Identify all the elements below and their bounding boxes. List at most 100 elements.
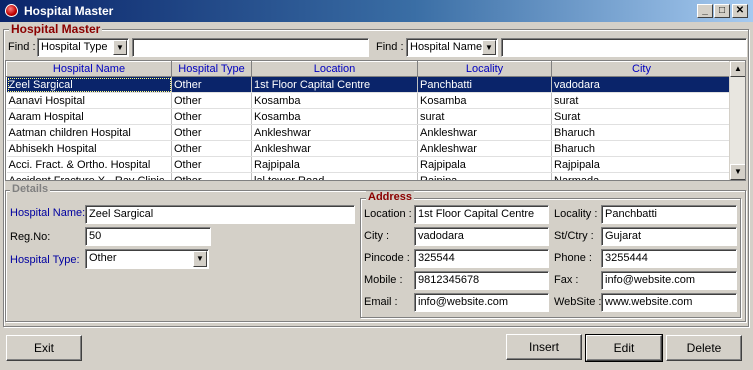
- cell[interactable]: Other: [171, 140, 252, 157]
- cell[interactable]: Other: [171, 172, 252, 180]
- cell[interactable]: Rajpipa: [417, 172, 552, 180]
- table-row[interactable]: Acci. Fract. & Ortho. Hospital Other Raj…: [6, 156, 745, 173]
- column-header-hospital-name[interactable]: Hospital Name: [6, 61, 172, 77]
- regno-label: Reg.No:: [10, 231, 51, 243]
- city-label: City :: [364, 230, 390, 242]
- cell[interactable]: Zeel Sargical: [6, 76, 172, 93]
- minimize-button[interactable]: _: [697, 4, 713, 18]
- hospital-type-value: Other: [89, 252, 117, 264]
- scroll-up-icon[interactable]: ▲: [730, 61, 745, 77]
- scroll-down-icon[interactable]: ▼: [730, 164, 745, 180]
- chevron-down-icon[interactable]: ▼: [482, 40, 496, 55]
- pincode-label: Pincode :: [364, 252, 410, 264]
- app-icon: [5, 4, 18, 17]
- table-row[interactable]: Accident Fracture X - Ray Clinic Other l…: [6, 172, 745, 180]
- fax-field[interactable]: info@website.com: [601, 271, 737, 290]
- table-row[interactable]: Aaram Hospital Other Kosamba surat Surat: [6, 108, 745, 125]
- address-title: Address: [366, 191, 415, 203]
- cell[interactable]: Aaram Hospital: [6, 108, 172, 125]
- hospital-grid[interactable]: Hospital Name Hospital Type Location Loc…: [5, 60, 746, 181]
- cell[interactable]: lal tower Road: [251, 172, 418, 180]
- phone-label: Phone :: [554, 252, 592, 264]
- regno-field[interactable]: 50: [85, 227, 211, 246]
- hospital-type-select[interactable]: Other ▼: [85, 249, 209, 269]
- locality-field[interactable]: Panchbatti: [601, 205, 737, 224]
- cell[interactable]: Other: [171, 108, 252, 125]
- chevron-down-icon[interactable]: ▼: [193, 251, 207, 267]
- cell[interactable]: Kosamba: [251, 92, 418, 109]
- insert-button[interactable]: Insert: [506, 334, 582, 360]
- table-row[interactable]: Abhisekh Hospital Other Ankleshwar Ankle…: [6, 140, 745, 157]
- cell[interactable]: Ankleshwar: [417, 124, 552, 141]
- find-input-2[interactable]: [501, 38, 747, 57]
- city-field[interactable]: vadodara: [414, 227, 549, 246]
- edit-button[interactable]: Edit: [585, 334, 663, 362]
- close-button[interactable]: ✕: [732, 4, 748, 18]
- maximize-button[interactable]: □: [714, 4, 730, 18]
- find-label-1: Find :: [8, 41, 36, 53]
- cell[interactable]: Kosamba: [417, 92, 552, 109]
- hospital-name-label: Hospital Name:: [10, 207, 86, 219]
- cell[interactable]: Abhisekh Hospital: [6, 140, 172, 157]
- hospital-name-field[interactable]: Zeel Sargical: [85, 205, 355, 224]
- cell[interactable]: Aanavi Hospital: [6, 92, 172, 109]
- table-row[interactable]: Aatman children Hospital Other Ankleshwa…: [6, 124, 745, 141]
- location-field[interactable]: 1st Floor Capital Centre: [414, 205, 549, 224]
- column-header-city[interactable]: City: [551, 61, 732, 77]
- fax-label: Fax :: [554, 274, 579, 286]
- mobile-label: Mobile :: [364, 274, 403, 286]
- cell[interactable]: vadodara: [551, 76, 732, 93]
- delete-button[interactable]: Delete: [666, 335, 742, 361]
- cell[interactable]: Other: [171, 76, 252, 93]
- mobile-field[interactable]: 9812345678: [414, 271, 549, 290]
- cell[interactable]: surat: [551, 92, 732, 109]
- cell[interactable]: Rajpipala: [251, 156, 418, 173]
- find-field-combo-2-value: Hospital Name: [410, 41, 483, 53]
- cell[interactable]: Narmada: [551, 172, 732, 180]
- cell[interactable]: surat: [417, 108, 552, 125]
- title-bar: Hospital Master _ □ ✕: [0, 0, 753, 22]
- find-field-combo-2[interactable]: Hospital Name ▼: [406, 38, 498, 57]
- cell[interactable]: Other: [171, 92, 252, 109]
- cell[interactable]: Ankleshwar: [251, 124, 418, 141]
- cell[interactable]: Other: [171, 156, 252, 173]
- cell[interactable]: Kosamba: [251, 108, 418, 125]
- pincode-field[interactable]: 325544: [414, 249, 549, 268]
- locality-label: Locality :: [554, 208, 598, 220]
- cell[interactable]: Bharuch: [551, 124, 732, 141]
- find-field-combo-1-value: Hospital Type: [41, 41, 108, 53]
- hospital-type-label: Hospital Type:: [10, 254, 80, 266]
- cell[interactable]: Rajpipala: [551, 156, 732, 173]
- phone-field[interactable]: 3255444: [601, 249, 737, 268]
- details-title: Details: [10, 183, 51, 195]
- table-row[interactable]: Aanavi Hospital Other Kosamba Kosamba su…: [6, 92, 745, 109]
- state-label: St/Ctry :: [554, 230, 594, 242]
- cell[interactable]: 1st Floor Capital Centre: [251, 76, 418, 93]
- cell[interactable]: Panchbatti: [417, 76, 552, 93]
- column-header-hospital-type[interactable]: Hospital Type: [171, 61, 252, 77]
- cell[interactable]: Ankleshwar: [417, 140, 552, 157]
- cell[interactable]: Aatman children Hospital: [6, 124, 172, 141]
- website-label: WebSite :: [554, 296, 602, 308]
- section-title: Hospital Master: [9, 22, 103, 36]
- column-header-location[interactable]: Location: [251, 61, 418, 77]
- exit-button[interactable]: Exit: [6, 335, 82, 361]
- cell[interactable]: Bharuch: [551, 140, 732, 157]
- cell[interactable]: Other: [171, 124, 252, 141]
- find-field-combo-1[interactable]: Hospital Type ▼: [37, 38, 129, 57]
- table-row[interactable]: Zeel Sargical Other 1st Floor Capital Ce…: [6, 76, 745, 93]
- website-field[interactable]: www.website.com: [601, 293, 737, 312]
- email-label: Email :: [364, 296, 398, 308]
- email-field[interactable]: info@website.com: [414, 293, 549, 312]
- find-input-1[interactable]: [132, 38, 369, 57]
- chevron-down-icon[interactable]: ▼: [113, 40, 127, 55]
- column-header-locality[interactable]: Locality: [417, 61, 552, 77]
- grid-vertical-scrollbar[interactable]: ▲ ▼: [729, 61, 745, 180]
- cell[interactable]: Rajpipala: [417, 156, 552, 173]
- state-field[interactable]: Gujarat: [601, 227, 737, 246]
- find-label-2: Find :: [376, 41, 404, 53]
- cell[interactable]: Surat: [551, 108, 732, 125]
- cell[interactable]: Ankleshwar: [251, 140, 418, 157]
- cell[interactable]: Acci. Fract. & Ortho. Hospital: [6, 156, 172, 173]
- cell[interactable]: Accident Fracture X - Ray Clinic: [6, 172, 172, 180]
